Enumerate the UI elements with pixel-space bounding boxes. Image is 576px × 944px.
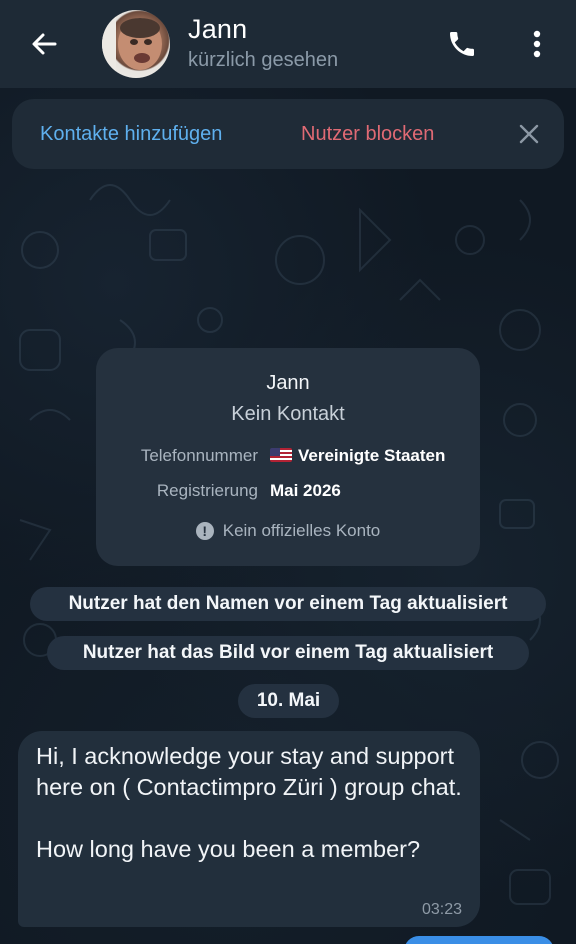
chat-header: Jann kürzlich gesehen [0,0,576,88]
close-icon [519,124,539,144]
phone-number-label: Telefonnummer [140,446,258,465]
date-separator: 10. Mai [238,684,339,718]
add-contact-button[interactable]: Kontakte hinzufügen [40,123,222,146]
arrow-left-icon [32,33,57,55]
phone-icon [450,32,474,56]
scroll-down-button-edge[interactable] [404,936,554,944]
phone-country: Vereinigte Staaten [298,446,446,465]
us-flag-icon [270,448,292,462]
phone-number-value: Vereinigte Staaten [270,446,445,466]
chat-title-block[interactable]: Jann kürzlich gesehen [188,14,338,72]
last-seen-status: kürzlich gesehen [188,49,339,71]
official-account-text: Kein offizielles Konto [222,521,381,540]
service-message-photo-updated: Nutzer hat das Bild vor einem Tag aktual… [47,636,529,670]
call-button[interactable] [442,24,482,64]
avatar[interactable] [102,10,170,78]
incoming-message-bubble[interactable]: Hi, I acknowledge your stay and support … [18,731,480,927]
info-icon: ! [195,522,214,540]
message-text: Hi, I acknowledge your stay and support … [36,743,462,862]
official-account-note: ! Kein offizielles Konto [96,521,480,541]
back-button[interactable] [26,26,62,62]
service-message-name-updated: Nutzer hat den Namen vor einem Tag aktua… [30,587,546,621]
registration-value: Mai 2026 [270,481,341,500]
chat-title: Jann [188,14,248,44]
more-vertical-icon [533,30,541,58]
message-timestamp: 03:23 [421,901,462,918]
card-user-name: Jann [266,372,310,394]
registration-label: Registrierung [156,481,258,500]
card-contact-status: Kein Kontakt [231,403,345,425]
block-user-button[interactable]: Nutzer blocken [301,123,434,146]
avatar-photo [102,10,162,78]
close-action-bar-button[interactable] [516,121,542,147]
contact-info-card: Jann Kein Kontakt Telefonnummer Vereinig… [96,348,480,566]
new-contact-action-bar: Kontakte hinzufügen Nutzer blocken [12,99,564,169]
more-options-button[interactable] [522,24,552,64]
